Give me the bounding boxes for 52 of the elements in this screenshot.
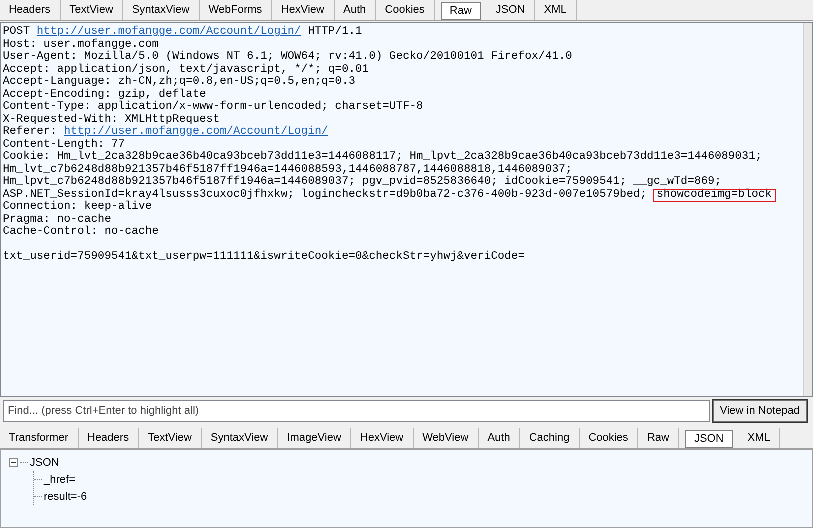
raw-text: Accept-Language: zh-CN,zh;q=0.8,en-US;q=0.5,en;q=0.3	[3, 76, 356, 88]
tab[interactable]: Transformer	[0, 428, 78, 448]
tab[interactable]: TextView	[139, 428, 202, 448]
tab[interactable]: XML	[535, 0, 577, 20]
raw-text: ASP.NET_SessionId=kray4lsusss3cuxoc0jfhxkw; logincheckstr=d9b0ba72-c376-400b-923d-007e10579bed;	[3, 188, 648, 200]
raw-text: Hm_lvt_c7b6248d88b921357b46f5187ff1946a=1446088593,1446088787,1446088818,1446089037;	[3, 164, 572, 176]
view-in-notepad-button[interactable]: View in Notepad	[713, 400, 807, 422]
raw-text: Accept-Encoding: gzip, deflate	[3, 88, 206, 100]
highlighted-text: showcodeimg=block	[654, 190, 776, 200]
raw-text: X-Requested-With: XMLHttpRequest	[3, 114, 220, 126]
tab[interactable]: HexView	[272, 0, 334, 20]
tab[interactable]: SyntaxView	[123, 0, 200, 20]
collapse-toggle-icon[interactable]	[9, 458, 18, 467]
tab[interactable]: Headers	[0, 0, 61, 20]
raw-text: Content-Type: application/x-www-form-urlencoded; charset=UTF-8	[3, 101, 424, 113]
url-link[interactable]: http://user.mofangge.com/Account/Login/	[64, 126, 328, 138]
tab[interactable]: HexView	[351, 428, 414, 448]
raw-text: POST	[3, 26, 32, 38]
raw-text: Referer:	[3, 126, 58, 138]
tab[interactable]: Auth	[478, 428, 520, 448]
find-field[interactable]: Find... (press Ctrl+Enter to highlight all)	[3, 400, 710, 422]
tab[interactable]: Auth	[334, 0, 376, 20]
tab[interactable]: SyntaxView	[202, 428, 278, 448]
raw-text: Host: user.mofangge.com	[3, 38, 159, 50]
raw-text: Hm_lpvt_c7b6248d88b921357b46f5187ff1946a=1446089037; pgv_pvid=8525836640; idCookie=75909541; __gc_wTd=869;	[3, 176, 722, 188]
tab[interactable]: Headers	[78, 428, 140, 448]
raw-text: txt_userid=75909541&txt_userpw=111111&iswriteCookie=0&checkStr=yhwj&veriCode=	[3, 251, 526, 263]
raw-text: HTTP/1.1	[307, 26, 362, 38]
tab[interactable]: Caching	[520, 428, 580, 448]
tab[interactable]: XML	[738, 428, 780, 448]
tree-node[interactable]: _href=	[44, 474, 76, 486]
raw-text: Connection: keep-alive	[3, 201, 152, 213]
tab[interactable]: JSON	[486, 0, 536, 20]
tab[interactable]: WebForms	[200, 0, 272, 20]
tab[interactable]: ImageView	[278, 428, 352, 448]
raw-text: Cookie: Hm_lvt_2ca328b9cae36b40ca93bceb73dd11e3=1446088117; Hm_lpvt_2ca328b9cae36b40ca93bceb73dd11e3=1446089031;	[3, 151, 762, 163]
tab[interactable]: Cookies	[580, 428, 638, 448]
tab[interactable]: JSON	[685, 430, 733, 448]
raw-text: Pragma: no-cache	[3, 214, 112, 226]
url-link[interactable]: http://user.mofangge.com/Account/Login/	[36, 26, 302, 38]
raw-text: User-Agent: Mozilla/5.0 (Windows NT 6.1; WOW64; rv:41.0) Gecko/20100101 Firefox/41.0	[3, 51, 572, 63]
scrollbar[interactable]	[803, 23, 812, 396]
tab[interactable]: Raw	[638, 428, 680, 448]
raw-text: Cache-Control: no-cache	[3, 226, 159, 238]
tab[interactable]: TextView	[60, 0, 124, 20]
tab[interactable]: WebView	[414, 428, 479, 448]
tree-node[interactable]: result=-6	[44, 490, 88, 502]
tab[interactable]: Cookies	[376, 0, 435, 20]
tab[interactable]: Raw	[440, 2, 481, 20]
tree-node[interactable]: JSON	[30, 456, 60, 468]
raw-text: Content-Length: 77	[3, 138, 126, 150]
raw-text: Accept: application/json, text/javascript, */*; q=0.01	[3, 64, 370, 76]
